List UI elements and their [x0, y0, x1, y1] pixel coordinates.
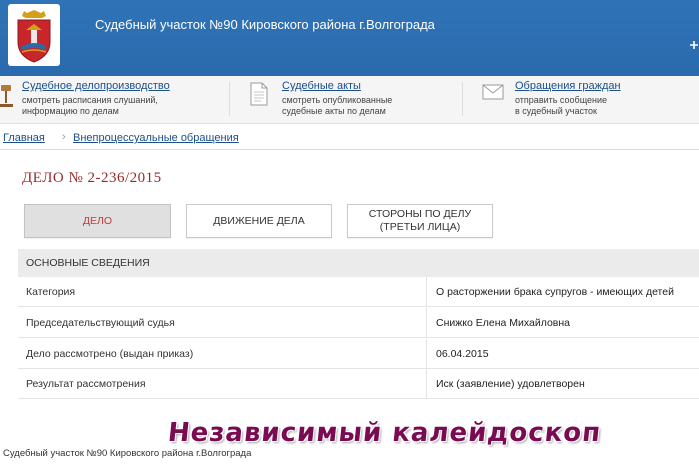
tab-case-parties-label-1: СТОРОНЫ ПО ДЕЛУ	[368, 208, 472, 220]
document-icon	[250, 82, 268, 106]
watermark-text: Независимый калейдоскоп	[166, 418, 603, 448]
nav-divider	[229, 82, 230, 116]
tab-case-parties-label-2: (ТРЕТЬИ ЛИЦА)	[379, 221, 461, 233]
tab-case[interactable]: ДЕЛО	[24, 204, 171, 238]
row-value: 06.04.2015	[436, 348, 489, 360]
site-header: Судебный участок №90 Кировского района г…	[0, 0, 699, 76]
column-divider	[426, 369, 427, 399]
nav-link-citizen-appeals[interactable]: Обращения граждан	[515, 80, 621, 93]
table-row: Результат рассмотрения Иск (заявление) у…	[18, 369, 699, 399]
nav-desc-court-acts: смотреть опубликованные судебные акты по…	[282, 95, 393, 116]
site-title: Судебный участок №90 Кировского района г…	[95, 17, 435, 32]
column-divider	[426, 308, 427, 338]
service-nav: Судебное делопроизводство смотреть распи…	[0, 76, 699, 124]
table-row: Категория О расторжении брака супругов -…	[18, 277, 699, 307]
row-key: Дело рассмотрено (выдан приказ)	[26, 348, 194, 360]
nav-link-court-acts[interactable]: Судебные акты	[282, 80, 392, 93]
gavel-icon	[0, 85, 13, 107]
plus-icon	[690, 41, 698, 49]
tab-case-movement-label: ДВИЖЕНИЕ ДЕЛА	[213, 214, 305, 227]
nav-item-court-records[interactable]: Судебное делопроизводство смотреть распи…	[22, 80, 170, 120]
column-divider	[426, 277, 427, 307]
row-value: Снижко Елена Михайловна	[436, 317, 571, 329]
breadcrumb-separator: ›	[62, 131, 66, 143]
breadcrumb-home[interactable]: Главная	[3, 132, 45, 144]
tab-case-movement[interactable]: ДВИЖЕНИЕ ДЕЛА	[186, 204, 332, 238]
section-title: ОСНОВНЫЕ СВЕДЕНИЯ	[18, 249, 699, 277]
nav-divider	[462, 82, 463, 116]
nav-desc-citizen-appeals: отправить сообщение в судебный участок	[515, 95, 608, 116]
nav-item-court-acts[interactable]: Судебные акты смотреть опубликованные су…	[282, 80, 392, 120]
row-key: Категория	[26, 286, 76, 298]
nav-link-court-records[interactable]: Судебное делопроизводство	[22, 80, 170, 93]
envelope-icon	[482, 84, 504, 100]
row-value: Иск (заявление) удовлетворен	[436, 378, 585, 390]
case-title: ДЕЛО № 2-236/2015	[22, 170, 162, 186]
table-row: Председательствующий судья Снижко Елена …	[18, 308, 699, 338]
row-key: Председательствующий судья	[26, 317, 175, 329]
row-value: О расторжении брака супругов - имеющих д…	[436, 286, 674, 298]
tab-case-parties[interactable]: СТОРОНЫ ПО ДЕЛУ (ТРЕТЬИ ЛИЦА)	[347, 204, 493, 238]
column-divider	[426, 339, 427, 369]
breadcrumb: Главная › Внепроцессуальные обращения	[0, 126, 699, 150]
tab-case-label: ДЕЛО	[82, 214, 113, 227]
breadcrumb-current[interactable]: Внепроцессуальные обращения	[73, 132, 239, 144]
row-key: Результат рассмотрения	[26, 378, 146, 390]
nav-item-citizen-appeals[interactable]: Обращения граждан отправить сообщение в …	[515, 80, 621, 120]
table-row: Дело рассмотрено (выдан приказ) 06.04.20…	[18, 339, 699, 369]
volgograd-coat-of-arms-icon[interactable]	[8, 4, 60, 66]
nav-desc-court-records: смотреть расписания слушаний, информацию…	[22, 95, 158, 116]
